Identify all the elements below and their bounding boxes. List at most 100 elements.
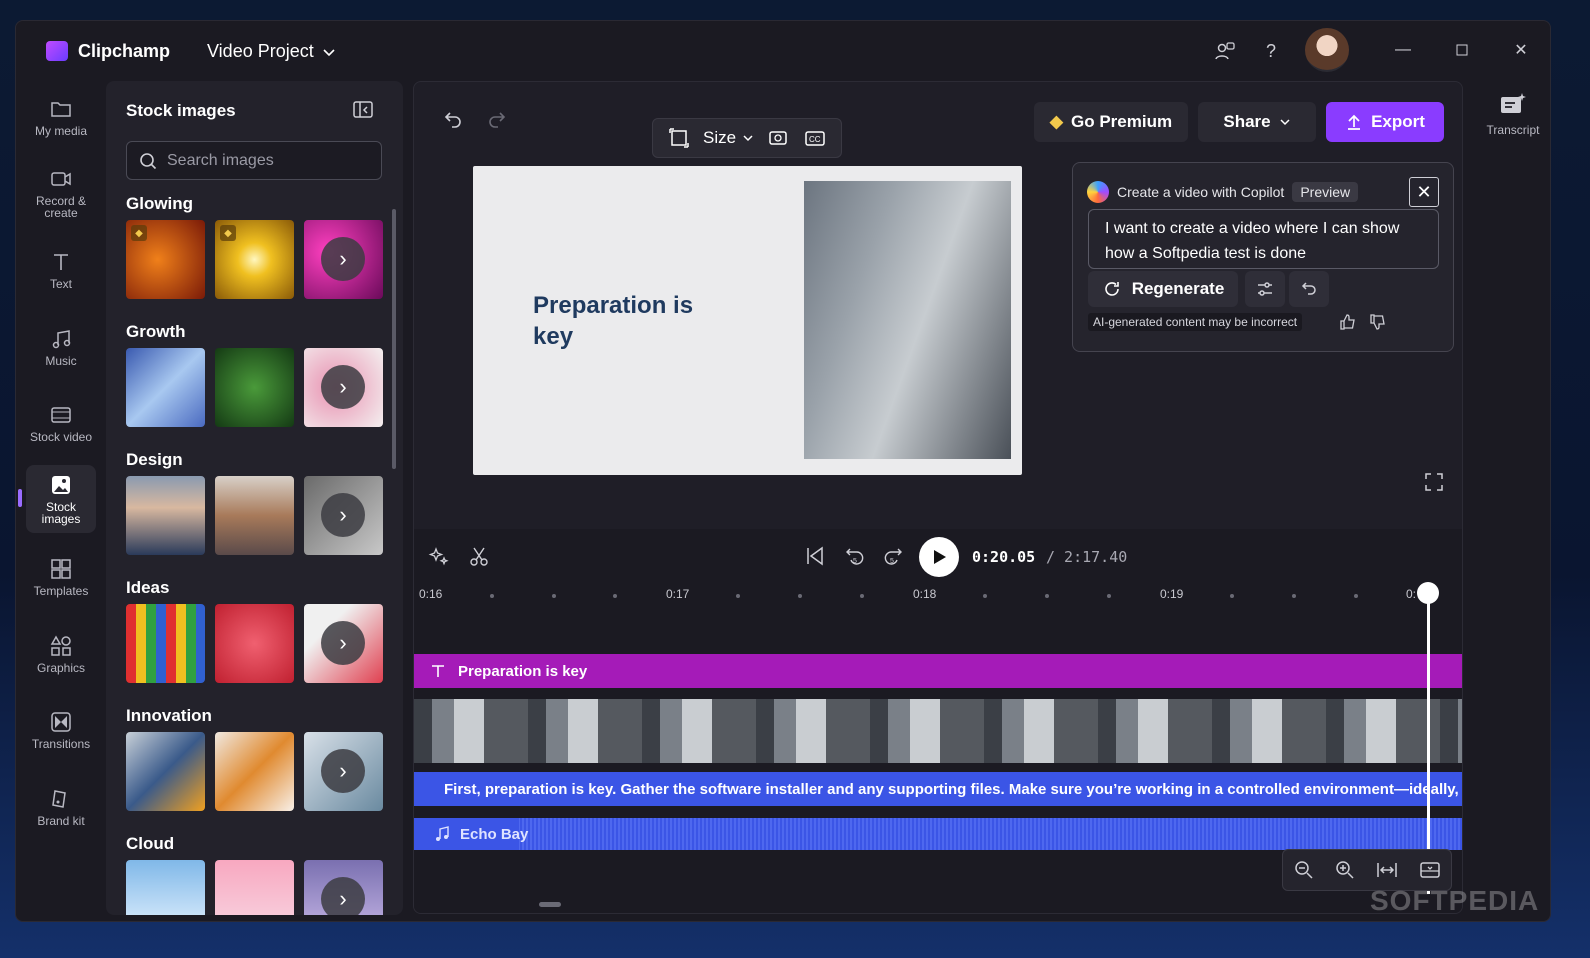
nav-stock-images[interactable]: Stock images (26, 465, 96, 533)
nav-stock-video[interactable]: Stock video (26, 389, 96, 457)
nav-transitions[interactable]: Transitions (26, 696, 96, 764)
copilot-prompt[interactable]: I want to create a video where I can sho… (1088, 209, 1439, 269)
magic-sparkle-icon[interactable] (428, 545, 454, 571)
share-button[interactable]: Share (1198, 102, 1316, 142)
chevron-right-icon[interactable]: › (321, 365, 365, 409)
transcript-tab[interactable]: Transcript (1483, 91, 1543, 171)
stock-image-thumb[interactable] (126, 860, 205, 915)
canvas-title-text[interactable]: Preparation is key (533, 290, 733, 352)
stock-image-thumb[interactable] (126, 348, 205, 427)
thumbs-down-icon[interactable] (1369, 313, 1389, 333)
audio-track-clip[interactable]: Echo Bay (414, 818, 1462, 850)
playhead-handle[interactable] (1417, 582, 1439, 604)
stock-image-thumb[interactable] (215, 476, 294, 555)
stock-image-thumb[interactable]: › (304, 604, 383, 683)
editor-area: Size CC ◆ Go Premium Share Export Prepar… (413, 81, 1463, 914)
play-button[interactable] (919, 537, 959, 577)
regenerate-button[interactable]: Regenerate (1088, 271, 1238, 307)
minimize-icon[interactable]: — (1391, 38, 1415, 62)
chevron-right-icon[interactable]: › (321, 621, 365, 665)
share-feedback-icon[interactable] (1211, 37, 1239, 65)
close-window-icon[interactable]: ✕ (1509, 38, 1533, 62)
voiceover-track-clip[interactable]: First, preparation is key. Gather the so… (414, 772, 1462, 806)
fullscreen-icon[interactable] (1424, 472, 1444, 492)
captions-icon[interactable]: CC (804, 127, 826, 149)
premium-diamond-icon: ◆ (131, 225, 147, 241)
redo-icon[interactable] (486, 108, 512, 134)
stock-image-thumb[interactable] (215, 604, 294, 683)
thumbs-up-icon[interactable] (1339, 313, 1359, 333)
category-title: Innovation (126, 706, 212, 725)
project-title: Video Project (207, 41, 314, 61)
export-button[interactable]: Export (1326, 102, 1444, 142)
stock-image-thumb[interactable]: ◆ (126, 220, 205, 299)
category-design: Design › (126, 450, 386, 555)
help-icon[interactable]: ? (1257, 37, 1285, 65)
size-dropdown[interactable]: Size (703, 128, 754, 148)
stock-image-thumb[interactable] (126, 732, 205, 811)
text-track-clip[interactable]: Preparation is key (414, 654, 1462, 688)
nav-text[interactable]: Text (26, 236, 96, 304)
background-remove-icon[interactable] (768, 127, 790, 149)
scissors-icon[interactable] (468, 545, 494, 571)
timeline-ruler[interactable]: 0:16 0:17 0:18 0:19 0: (414, 587, 1462, 607)
film-icon (51, 407, 71, 423)
category-glowing: Glowing ◆ ◆ › (126, 194, 386, 299)
forward-5-icon[interactable]: 5 (882, 545, 908, 571)
chevron-right-icon[interactable]: › (321, 493, 365, 537)
user-avatar[interactable] (1305, 28, 1349, 72)
chevron-right-icon[interactable]: › (321, 237, 365, 281)
preview-badge: Preview (1292, 182, 1359, 202)
stock-image-thumb[interactable]: ◆ (215, 220, 294, 299)
collapse-panel-icon[interactable] (352, 99, 374, 121)
zoom-in-icon[interactable] (1335, 860, 1355, 880)
skip-back-icon[interactable] (804, 545, 830, 571)
stock-image-thumb[interactable]: › (304, 476, 383, 555)
stock-image-thumb[interactable] (126, 476, 205, 555)
nav-label: Text (49, 277, 72, 291)
stock-image-thumb[interactable] (215, 732, 294, 811)
go-premium-button[interactable]: ◆ Go Premium (1034, 102, 1188, 142)
close-icon[interactable]: ✕ (1409, 177, 1439, 207)
watermark: SOFTPEDIA (1370, 885, 1540, 916)
stock-image-thumb[interactable]: › (304, 732, 383, 811)
panel-scrollbar[interactable] (392, 209, 396, 469)
text-icon (432, 665, 444, 677)
nav-templates[interactable]: Templates (26, 543, 96, 611)
ruler-label: 0:19 (1160, 587, 1184, 601)
chevron-right-icon[interactable]: › (321, 877, 365, 915)
timeline-scrollbar[interactable] (539, 902, 561, 907)
stock-image-thumb[interactable] (215, 860, 294, 915)
shapes-icon (50, 635, 71, 656)
zoom-out-icon[interactable] (1294, 860, 1314, 880)
active-indicator (18, 489, 22, 507)
revert-icon[interactable] (1289, 271, 1329, 307)
stock-image-thumb[interactable] (126, 604, 205, 683)
chevron-right-icon[interactable]: › (321, 749, 365, 793)
search-box[interactable] (126, 141, 382, 180)
nav-my-media[interactable]: My media (26, 83, 96, 151)
fit-timeline-icon[interactable] (1376, 860, 1398, 880)
regenerate-label: Regenerate (1131, 279, 1225, 298)
settings-sliders-icon[interactable] (1245, 271, 1285, 307)
category-ideas: Ideas › (126, 578, 386, 683)
nav-music[interactable]: Music (26, 313, 96, 381)
undo-icon[interactable] (442, 108, 468, 134)
video-track-clip[interactable] (414, 699, 1462, 763)
premium-diamond-icon: ◆ (1049, 112, 1063, 131)
playhead[interactable] (1427, 584, 1430, 894)
nav-graphics[interactable]: Graphics (26, 620, 96, 688)
maximize-icon[interactable] (1450, 38, 1474, 62)
timeline-view-icon[interactable] (1419, 860, 1441, 880)
project-title-dropdown[interactable]: Video Project (207, 41, 336, 62)
rewind-5-icon[interactable]: 5 (844, 545, 870, 571)
stock-image-thumb[interactable]: › (304, 220, 383, 299)
stock-image-thumb[interactable]: › (304, 348, 383, 427)
video-preview-canvas[interactable]: Preparation is key (473, 166, 1022, 475)
stock-image-thumb[interactable]: › (304, 860, 383, 915)
chevron-down-icon (743, 135, 753, 142)
nav-record-create[interactable]: Record & create (26, 159, 96, 227)
stock-image-thumb[interactable] (215, 348, 294, 427)
search-input[interactable] (167, 151, 367, 170)
nav-brand-kit[interactable]: Brand kit (26, 773, 96, 841)
